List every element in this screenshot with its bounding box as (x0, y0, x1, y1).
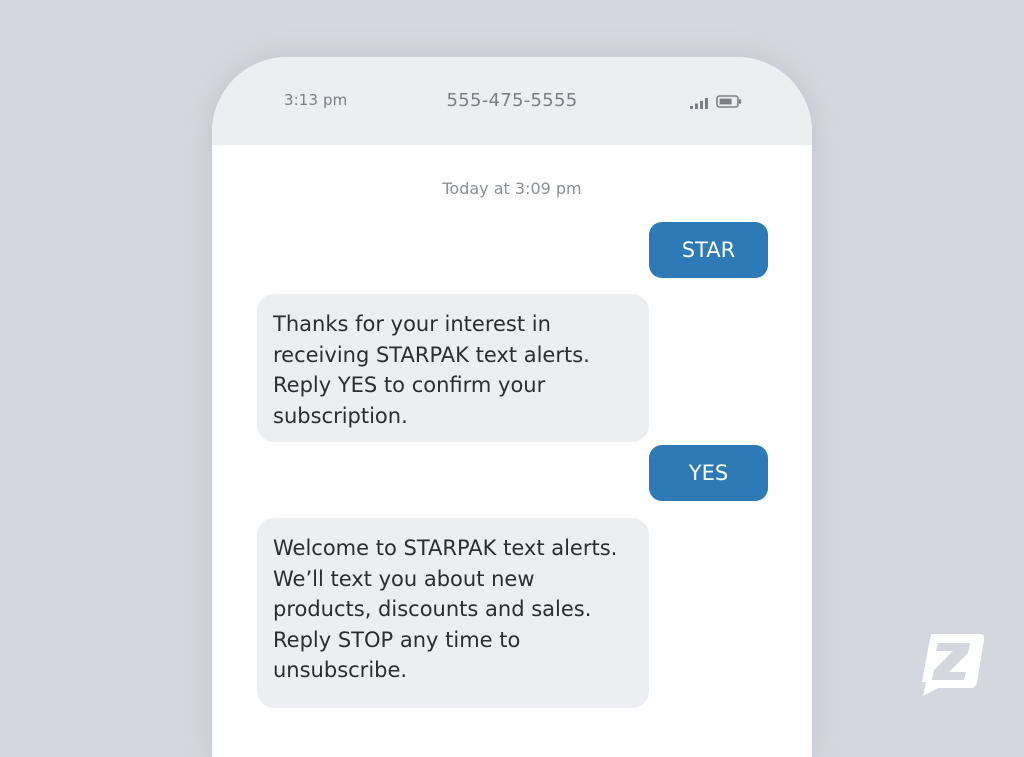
status-bar: 3:13 pm 555-475-5555 (212, 57, 812, 145)
received-message-bubble: Welcome to STARPAK text alerts. We’ll te… (257, 518, 649, 708)
battery-icon (716, 93, 742, 112)
z-chat-logo-icon (918, 630, 986, 702)
signal-bars-icon (690, 94, 710, 113)
received-message-bubble: Thanks for your interest in receiving ST… (257, 294, 649, 442)
phone-frame: 3:13 pm 555-475-5555 Today at 3:09 pm ST… (212, 57, 812, 757)
sent-message-bubble: YES (649, 445, 768, 501)
sent-message-bubble: STAR (649, 222, 768, 278)
conversation-timestamp: Today at 3:09 pm (442, 179, 582, 198)
